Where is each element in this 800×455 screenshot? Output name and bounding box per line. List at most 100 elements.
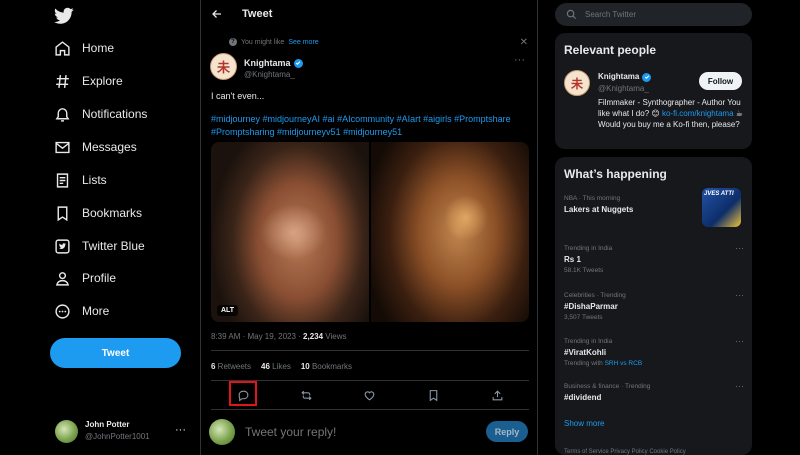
relevant-person-bio: Filmmaker - Synthographer - Author You l… bbox=[598, 97, 748, 130]
nav-lists[interactable]: Lists bbox=[54, 168, 107, 192]
trend-with-link[interactable]: SRH vs RCB bbox=[605, 360, 643, 367]
smile-emoji-icon: 😊 bbox=[651, 109, 660, 118]
media-image-1[interactable]: ALT bbox=[211, 142, 369, 322]
twitter-blue-icon bbox=[55, 238, 70, 254]
tweet-author[interactable]: Knightama @Knightama_ bbox=[244, 57, 303, 81]
account-switcher[interactable]: John Potter @JohnPotter1001 ··· bbox=[55, 416, 190, 446]
tweet-button[interactable]: Tweet bbox=[50, 338, 181, 368]
nav-label: Bookmarks bbox=[82, 206, 143, 220]
nav-label: More bbox=[82, 304, 110, 318]
views-label: Views bbox=[323, 332, 347, 341]
trend-count: 3,507 Tweets bbox=[564, 314, 603, 321]
back-arrow-icon[interactable] bbox=[211, 8, 223, 20]
trend-item[interactable]: Celebrities · Trending #DishaParmar 3,50… bbox=[564, 290, 744, 323]
divider bbox=[211, 380, 529, 381]
whats-happening-heading: What’s happening bbox=[564, 167, 667, 181]
page-title: Tweet bbox=[242, 8, 273, 20]
more-circle-icon bbox=[55, 303, 70, 319]
relevant-person-avatar[interactable]: 未 bbox=[564, 70, 590, 96]
kofi-link[interactable]: ko-fi.com/knightama bbox=[662, 109, 734, 118]
follow-button[interactable]: Follow bbox=[699, 72, 742, 90]
search-icon bbox=[566, 9, 577, 20]
bookmark-icon bbox=[57, 205, 68, 221]
trend-category: Trending in India bbox=[564, 245, 613, 252]
search-bar[interactable] bbox=[555, 3, 752, 26]
trend-item[interactable]: Business & finance · Trending #dividend … bbox=[564, 381, 744, 403]
context-text: You might like bbox=[241, 38, 285, 46]
account-name: John Potter bbox=[85, 420, 130, 429]
media-image-2[interactable] bbox=[371, 142, 529, 322]
more-dots-icon: ··· bbox=[175, 424, 186, 436]
avatar bbox=[209, 419, 235, 445]
relevant-person-handle: @Knightama_ bbox=[598, 84, 649, 93]
author-handle: @Knightama_ bbox=[244, 70, 295, 79]
author-avatar[interactable]: 未 bbox=[210, 53, 237, 80]
bio-text: Would you buy me a Ko-fi then, please? bbox=[598, 120, 740, 129]
trend-count: 58.1K Tweets bbox=[564, 267, 604, 274]
tweet-meta: 8:39 AM · May 19, 2023 · 2,234 Views bbox=[211, 332, 347, 341]
share-button[interactable] bbox=[489, 387, 505, 403]
avatar bbox=[55, 419, 78, 443]
nav-explore[interactable]: Explore bbox=[54, 69, 123, 93]
envelope-icon bbox=[55, 141, 70, 153]
retweet-icon bbox=[300, 390, 312, 400]
search-input[interactable] bbox=[585, 10, 735, 19]
tweet-column: Tweet ? You might like See more ✕ 未 Knig… bbox=[200, 0, 538, 455]
trend-more-icon[interactable]: ··· bbox=[735, 336, 744, 347]
relevant-person[interactable]: Knightama @Knightama_ bbox=[598, 71, 652, 95]
recommendation-context: ? You might like See more bbox=[229, 38, 319, 46]
heart-icon bbox=[364, 390, 374, 400]
nav-label: Explore bbox=[82, 74, 123, 88]
author-name: Knightama bbox=[244, 58, 291, 68]
likes-stat[interactable]: 46 Likes bbox=[261, 362, 291, 371]
trend-more-icon[interactable]: ··· bbox=[735, 290, 744, 301]
tweet-timestamp[interactable]: 8:39 AM · May 19, 2023 · bbox=[211, 332, 303, 341]
list-icon bbox=[56, 172, 69, 188]
nav-bookmarks[interactable]: Bookmarks bbox=[54, 201, 142, 225]
tweet-hashtags[interactable]: #midjourney #midjourneyAI #ai #AIcommuni… bbox=[211, 113, 521, 139]
reply-input[interactable] bbox=[245, 425, 455, 439]
trend-item[interactable]: Trending in India Rs 1 58.1K Tweets ··· bbox=[564, 243, 744, 276]
reply-composer: Reply bbox=[209, 418, 531, 446]
bookmarks-stat[interactable]: 10 Bookmarks bbox=[301, 362, 352, 371]
trend-item[interactable]: Trending in India #ViratKohli Trending w… bbox=[564, 336, 744, 369]
reply-submit-button[interactable]: Reply bbox=[486, 421, 528, 442]
home-icon bbox=[55, 40, 70, 56]
alt-badge[interactable]: ALT bbox=[217, 305, 239, 316]
like-button[interactable] bbox=[361, 387, 377, 403]
trend-image-text: JVES ATTI bbox=[704, 191, 734, 197]
trend-more-icon[interactable]: ··· bbox=[735, 381, 744, 392]
nav-home[interactable]: Home bbox=[54, 36, 114, 60]
retweets-stat[interactable]: 6 Retweets bbox=[211, 362, 251, 371]
nav-profile[interactable]: Profile bbox=[54, 266, 116, 290]
relevant-person-name: Knightama bbox=[598, 72, 640, 81]
nav-label: Messages bbox=[82, 140, 137, 154]
trend-title: #DishaParmar bbox=[564, 302, 618, 311]
nav-notifications[interactable]: Notifications bbox=[54, 102, 147, 126]
twitter-logo-icon[interactable] bbox=[54, 7, 74, 25]
trend-with-label: Trending with bbox=[564, 360, 605, 367]
trend-image[interactable]: JVES ATTI bbox=[702, 188, 741, 227]
retweet-button[interactable] bbox=[298, 387, 314, 403]
trend-more-icon[interactable]: ··· bbox=[735, 243, 744, 254]
tweet-more-icon[interactable]: ··· bbox=[514, 54, 525, 66]
nav-label: Twitter Blue bbox=[82, 239, 145, 253]
right-sidebar: Relevant people 未 Knightama @Knightama_ … bbox=[555, 0, 752, 455]
nav-label: Profile bbox=[82, 271, 117, 285]
footer-links[interactable]: Terms of Service Privacy Policy Cookie P… bbox=[564, 449, 686, 455]
trend-category: Business & finance · Trending bbox=[564, 383, 651, 390]
divider bbox=[211, 409, 529, 410]
trend-category: Trending in India bbox=[564, 338, 613, 345]
verified-badge-icon bbox=[642, 72, 652, 82]
nav-label: Notifications bbox=[82, 107, 148, 121]
close-icon[interactable]: ✕ bbox=[520, 37, 528, 48]
nav-messages[interactable]: Messages bbox=[54, 135, 137, 159]
bookmark-button[interactable] bbox=[425, 387, 441, 403]
knightama-logo-icon: 未 bbox=[564, 70, 590, 96]
show-more-link[interactable]: Show more bbox=[564, 419, 604, 428]
see-more-link[interactable]: See more bbox=[288, 39, 318, 46]
nav-twitter-blue[interactable]: Twitter Blue bbox=[54, 234, 145, 258]
nav-more[interactable]: More bbox=[54, 299, 109, 323]
nav-label: Home bbox=[82, 41, 115, 55]
tweet-media[interactable]: ALT bbox=[211, 142, 529, 322]
